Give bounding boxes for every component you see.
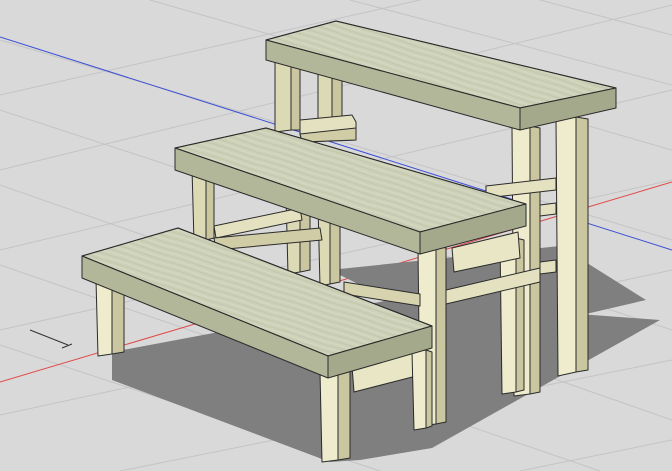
top-tier-leg-back-left [274, 59, 292, 133]
3d-viewport[interactable] [0, 0, 672, 471]
stepped-bench-render [0, 0, 672, 471]
top-tier-side-rail-lower [539, 259, 557, 275]
top-tier-leg-front-right [555, 116, 577, 377]
bottom-tier-leg-front-left [319, 369, 339, 463]
bottom-tier-leg-front-right [411, 349, 427, 431]
